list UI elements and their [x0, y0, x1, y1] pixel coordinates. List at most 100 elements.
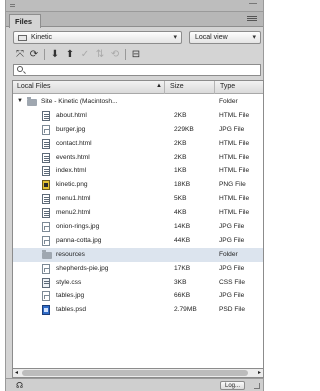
jpg-file-icon — [42, 222, 50, 233]
file-size: 2KB — [174, 139, 187, 147]
file-rows: ▼ Site - Kinetic (Macintosh... Folder about… — [13, 95, 263, 317]
file-name: about.html — [56, 111, 87, 119]
html-file-icon — [42, 110, 50, 121]
file-row[interactable]: onion-rings.jpg 14KB JPG File — [13, 220, 263, 234]
file-size: 44KB — [174, 236, 191, 244]
file-size: 5KB — [174, 195, 187, 203]
site-status-icon[interactable]: ☊ — [16, 381, 23, 390]
file-type: PSD File — [219, 306, 246, 314]
view-select[interactable]: Local view ▾ — [189, 31, 261, 44]
files-panel: Files Kinetic ▾ Local view ▾ ⤧ ⟳ ⬇ ⬆ ✓ ⇅… — [5, 0, 264, 391]
file-type: PNG File — [219, 181, 246, 189]
html-file-icon — [42, 194, 50, 205]
site-select-value: Kinetic — [31, 34, 53, 41]
expand-icon[interactable]: ⊟ — [130, 48, 142, 61]
chevron-down-icon: ▾ — [252, 34, 256, 41]
folder-file-icon — [27, 97, 37, 106]
column-header: Local Files ▲ Size Type — [13, 81, 263, 94]
file-type: Folder — [219, 250, 238, 258]
file-row[interactable]: menu1.html 5KB HTML File — [13, 192, 263, 206]
file-name: tables.jpg — [56, 292, 85, 300]
log-button[interactable]: Log... — [220, 381, 245, 390]
toolbar-divider — [44, 49, 45, 60]
panel-menu-icon[interactable] — [247, 15, 257, 23]
grip-handle-icon[interactable] — [10, 4, 15, 7]
png-file-icon — [42, 180, 50, 191]
file-type: HTML File — [219, 167, 250, 175]
file-type: HTML File — [219, 209, 250, 217]
file-size: 229KB — [174, 125, 194, 133]
file-size: 4KB — [174, 209, 187, 217]
column-local-files[interactable]: Local Files — [17, 83, 50, 90]
horizontal-scrollbar[interactable]: ◂ ▸ — [12, 369, 264, 378]
collapse-icon[interactable] — [249, 3, 257, 8]
file-row[interactable]: menu2.html 4KB HTML File — [13, 206, 263, 220]
site-select[interactable]: Kinetic ▾ — [13, 31, 182, 44]
search-input[interactable] — [13, 64, 261, 76]
file-type: JPG File — [219, 292, 245, 300]
column-divider[interactable] — [214, 81, 215, 94]
file-size: 2.79MB — [174, 306, 197, 314]
html-file-icon — [42, 152, 50, 163]
html-file-icon — [42, 138, 50, 149]
panel-grip[interactable] — [6, 0, 263, 12]
html-file-icon — [42, 166, 50, 177]
check-out-icon[interactable]: ✓ — [79, 48, 91, 61]
file-name: shepherds-pie.jpg — [56, 264, 109, 272]
file-name: tables.psd — [56, 306, 87, 314]
file-row[interactable]: panna-cotta.jpg 44KB JPG File — [13, 234, 263, 248]
file-type: HTML File — [219, 153, 250, 161]
get-files-icon[interactable]: ⬇ — [49, 48, 61, 61]
file-size: 2KB — [174, 153, 187, 161]
scrollbar-thumb[interactable] — [22, 370, 248, 376]
site-icon — [18, 35, 27, 41]
file-size: 14KB — [174, 223, 191, 231]
file-row[interactable]: resources Folder — [13, 247, 263, 262]
file-type: JPG File — [219, 125, 245, 133]
file-name: menu2.html — [56, 209, 91, 217]
sync-icon[interactable]: ⟲ — [109, 48, 121, 61]
tab-files[interactable]: Files — [9, 14, 41, 28]
column-divider[interactable] — [164, 81, 165, 94]
file-row[interactable]: index.html 1KB HTML File — [13, 164, 263, 178]
file-name: Site - Kinetic (Macintosh... — [41, 98, 118, 105]
put-files-icon[interactable]: ⬆ — [64, 48, 76, 61]
file-name: contact.html — [56, 139, 92, 147]
file-name: burger.jpg — [56, 125, 86, 133]
refresh-icon[interactable]: ⟳ — [28, 48, 40, 61]
column-type[interactable]: Type — [220, 83, 235, 90]
file-row[interactable]: kinetic.png 18KB PNG File — [13, 178, 263, 192]
resize-handle-icon[interactable] — [254, 383, 260, 389]
jpg-file-icon — [42, 124, 50, 135]
file-size: 18KB — [174, 181, 191, 189]
file-type: Folder — [219, 98, 238, 105]
css-file-icon — [42, 277, 50, 288]
status-bar: ☊ Log... — [6, 378, 263, 391]
file-type: HTML File — [219, 195, 250, 203]
file-row[interactable]: about.html 2KB HTML File — [13, 109, 263, 123]
file-type: HTML File — [219, 139, 250, 147]
expand-toggle-icon[interactable]: ▼ — [17, 98, 23, 104]
file-row[interactable]: ▼ Site - Kinetic (Macintosh... Folder — [13, 95, 263, 109]
search-icon — [17, 66, 23, 72]
html-file-icon — [42, 208, 50, 219]
file-row[interactable]: contact.html 2KB HTML File — [13, 137, 263, 151]
file-row[interactable]: style.css 3KB CSS File — [13, 276, 263, 290]
file-name: style.css — [56, 278, 82, 286]
file-row[interactable]: tables.jpg 66KB JPG File — [13, 289, 263, 303]
psd-file-icon — [42, 305, 50, 316]
column-size[interactable]: Size — [170, 83, 184, 90]
file-list: Local Files ▲ Size Type ▼ Site - Kinetic … — [12, 80, 264, 369]
file-row[interactable]: tables.psd 2.79MB PSD File — [13, 303, 263, 317]
scroll-right-icon[interactable]: ▸ — [258, 369, 261, 376]
file-type: CSS File — [219, 278, 246, 286]
file-row[interactable]: shepherds-pie.jpg 17KB JPG File — [13, 262, 263, 276]
connect-icon[interactable]: ⤧ — [14, 48, 26, 61]
file-row[interactable]: burger.jpg 229KB JPG File — [13, 123, 263, 137]
file-size: 3KB — [174, 278, 187, 286]
file-type: HTML File — [219, 111, 250, 119]
check-in-icon[interactable]: ⇅ — [94, 48, 106, 61]
file-row[interactable]: events.html 2KB HTML File — [13, 151, 263, 165]
scroll-left-icon[interactable]: ◂ — [15, 369, 18, 376]
files-toolbar: ⤧ ⟳ ⬇ ⬆ ✓ ⇅ ⟲ ⊟ — [6, 46, 263, 63]
